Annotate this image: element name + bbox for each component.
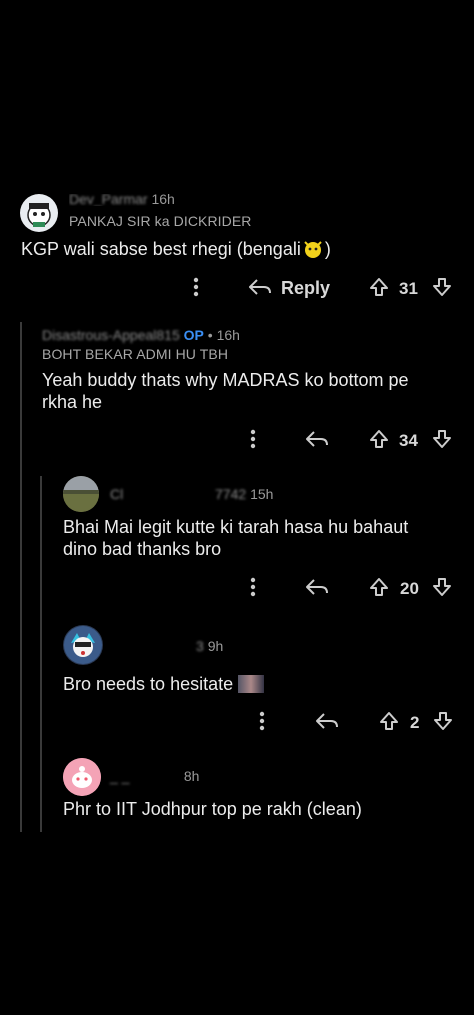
upvote-icon[interactable] [368, 576, 390, 598]
op-badge: OP [183, 327, 204, 343]
username[interactable]: _ _ [110, 768, 180, 784]
upvote-icon[interactable] [368, 428, 390, 450]
more-icon[interactable] [243, 576, 263, 598]
comment-body: Phr to IIT Jodhpur top pe rakh (clean) [63, 799, 362, 819]
comment-body: Bro needs to hesitate [63, 673, 433, 695]
downvote-icon[interactable] [431, 428, 453, 450]
separator: • [207, 327, 213, 343]
timestamp: 8h [183, 768, 200, 784]
comment-username-line[interactable]: Disastrous-Appeal815 OP • 16h [42, 327, 240, 343]
reply-button[interactable]: Reply [281, 278, 330, 299]
avatar[interactable] [63, 625, 103, 665]
upvote-icon[interactable] [368, 276, 390, 298]
vote-count: 31 [399, 279, 418, 298]
timestamp: 15h [250, 486, 274, 502]
thread-line[interactable] [20, 322, 22, 832]
timestamp: 16h [151, 194, 175, 206]
comment-username-line[interactable]: Dev_Parmar 16h [69, 194, 175, 206]
avatar[interactable] [63, 758, 101, 796]
username-end[interactable]: 7742 [215, 486, 246, 502]
thread-line[interactable] [40, 476, 42, 832]
timestamp: 16h [216, 327, 240, 343]
reply-icon[interactable] [313, 710, 341, 732]
emoji-sticker [301, 238, 325, 260]
username-end[interactable]: 3 [196, 638, 204, 654]
comment-body: KGP wali sabse best rhegi (bengali) [21, 238, 451, 260]
downvote-icon[interactable] [432, 710, 454, 732]
username[interactable]: Disastrous-Appeal815 [42, 327, 180, 343]
more-icon[interactable] [186, 276, 206, 298]
downvote-icon[interactable] [431, 576, 453, 598]
upvote-icon[interactable] [378, 710, 400, 732]
reply-icon[interactable] [303, 576, 331, 598]
user-flair: BOHT BEKAR ADMI HU TBH [42, 346, 229, 362]
comment-body: Bhai Mai legit kutte ki tarah hasa hu ba… [63, 517, 409, 559]
emoji-image [238, 675, 265, 693]
comment-username-line[interactable]: 3 9h [112, 638, 223, 654]
more-icon[interactable] [243, 428, 263, 450]
avatar[interactable] [63, 476, 99, 512]
timestamp: 9h [207, 638, 224, 654]
comment-text: KGP wali sabse best rhegi (bengali [21, 239, 301, 259]
downvote-icon[interactable] [431, 276, 453, 298]
vote-count: 20 [400, 579, 419, 598]
reply-icon[interactable] [246, 276, 274, 298]
more-icon[interactable] [252, 710, 272, 732]
reply-icon[interactable] [303, 428, 331, 450]
comment-text: Bro needs to hesitate [63, 674, 234, 694]
avatar[interactable] [20, 194, 58, 232]
vote-count: 34 [399, 431, 418, 450]
username[interactable]: Dev_Parmar [69, 194, 148, 206]
username[interactable]: Cl [110, 486, 123, 502]
user-flair: PANKAJ SIR ka DICKRIDER [69, 213, 252, 229]
vote-count: 2 [410, 713, 420, 732]
comment-body: Yeah buddy thats why MADRAS ko bottom pe… [42, 370, 409, 412]
comment-username-line[interactable]: Cl 7742 15h [110, 486, 273, 502]
comment-text-end: ) [324, 239, 331, 259]
comment-username-line[interactable]: _ _ 8h [110, 768, 199, 784]
